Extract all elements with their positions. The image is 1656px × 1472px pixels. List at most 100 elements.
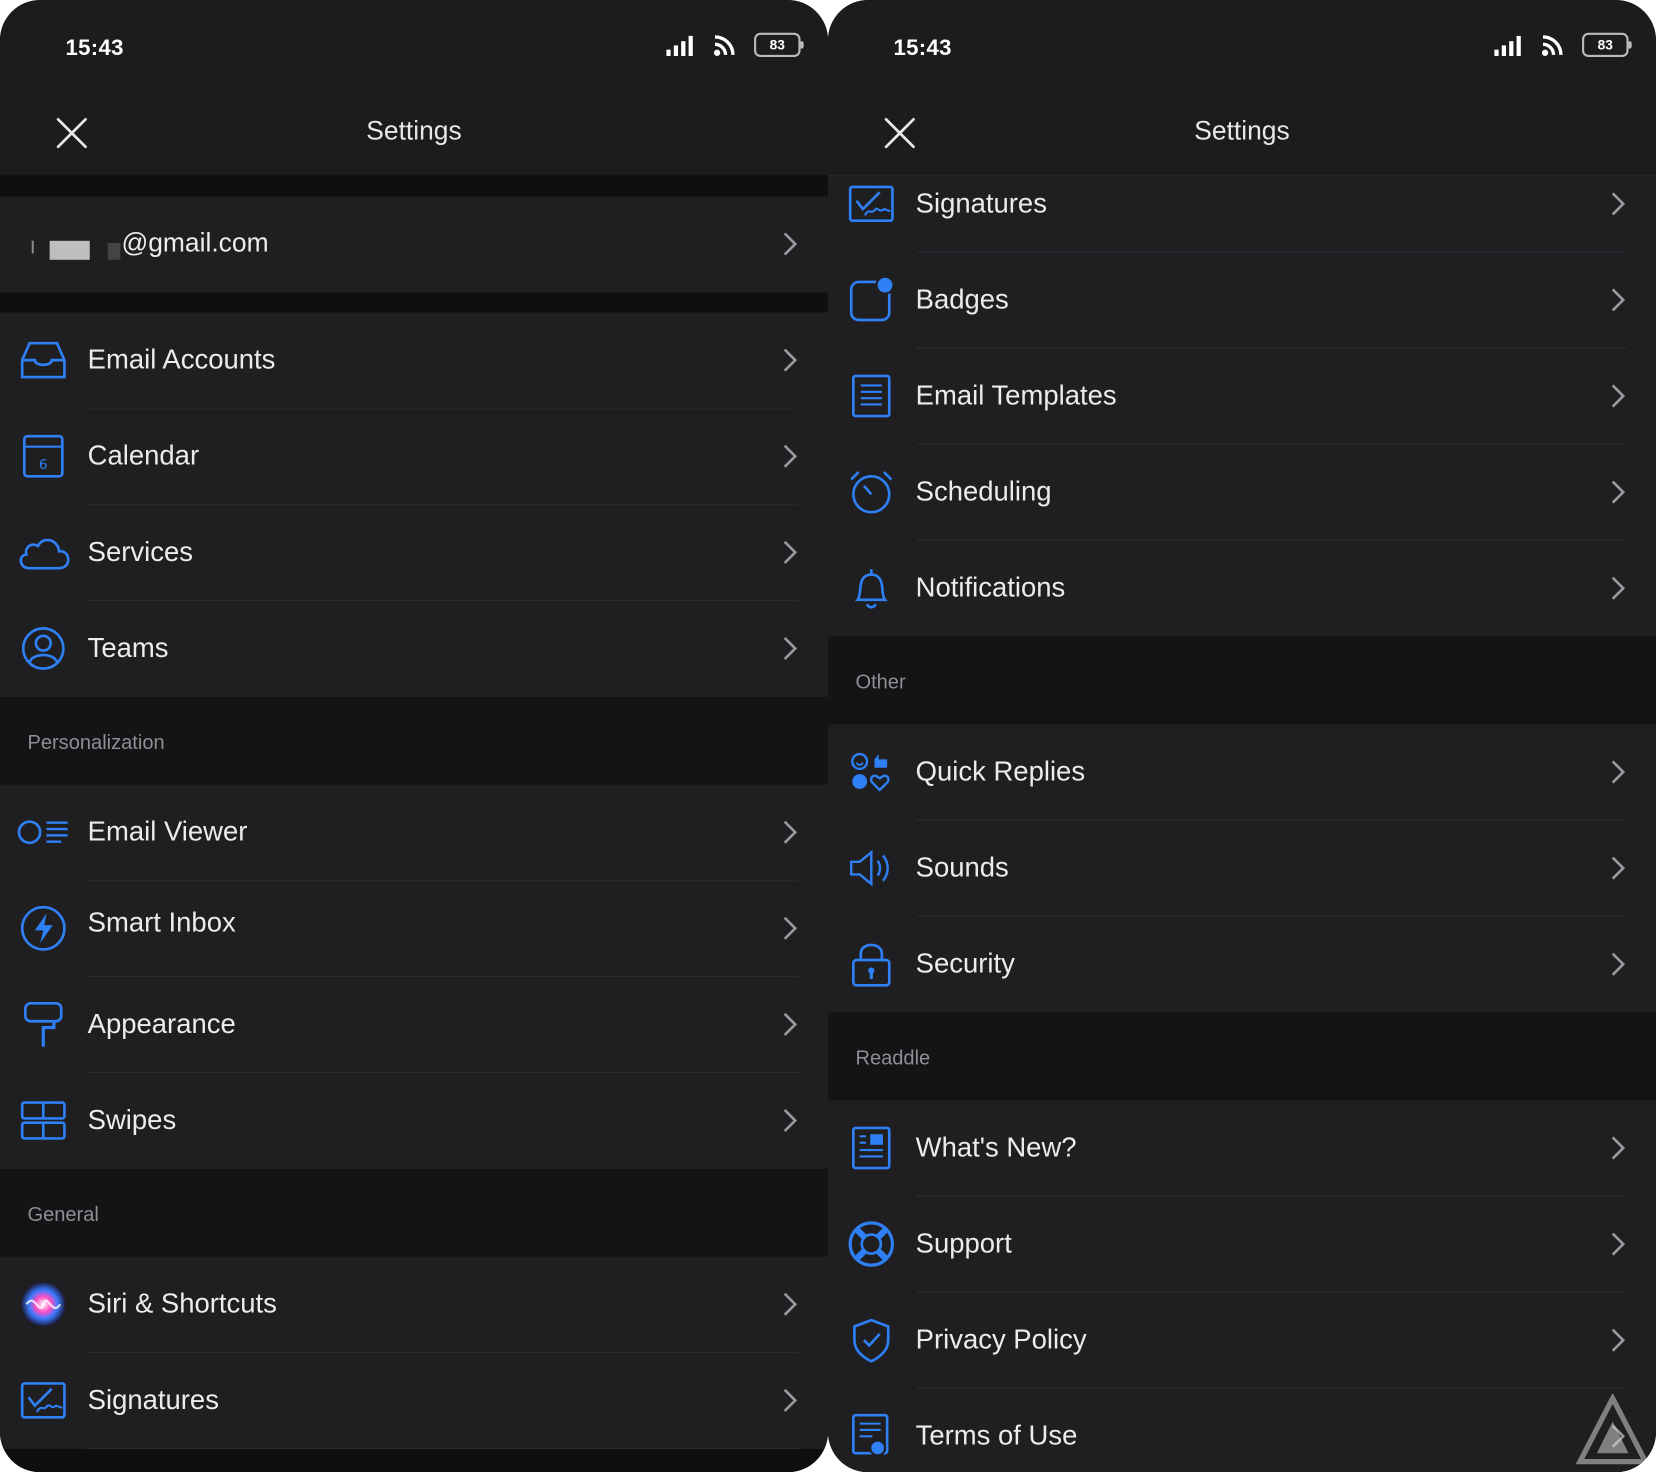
lifebuoy-icon [845, 1218, 898, 1271]
badge-icon [845, 274, 898, 327]
nav-bar: Settings [0, 95, 828, 176]
settings-row-label: Notifications [915, 571, 1066, 604]
speaker-icon [845, 842, 898, 895]
person-circle-icon [17, 622, 70, 675]
shield-check-icon [845, 1314, 898, 1367]
cellular-signal-icon [666, 35, 693, 56]
right-phone-screen: Signatures Badges Email Templates Schedu… [828, 0, 1656, 1472]
settings-row-label: Siri & Shortcuts [87, 1287, 277, 1320]
settings-row-siri-shortcuts[interactable]: Siri & Shortcuts [0, 1256, 828, 1353]
section-header-other: Other [828, 636, 1656, 725]
settings-row-terms-of-use[interactable]: Terms of Use [828, 1388, 1656, 1472]
settings-row-teams[interactable]: Teams [0, 600, 828, 698]
settings-row-email-accounts[interactable]: Email Accounts [0, 312, 828, 409]
wifi-icon [713, 34, 735, 56]
battery-indicator: 83 [754, 32, 804, 58]
settings-row-sounds[interactable]: Sounds [828, 820, 1656, 917]
settings-row-label: Badges [915, 283, 1009, 315]
wifi-icon [1541, 34, 1563, 56]
chevron-right-icon [1611, 576, 1626, 600]
settings-row-label: Security [915, 947, 1015, 980]
cellular-signal-icon [1494, 35, 1521, 56]
chevron-right-icon [1611, 480, 1626, 504]
settings-row-label: Services [87, 535, 193, 568]
status-bar: 15:43 83 [0, 0, 828, 96]
section-title: Other [855, 671, 906, 694]
chevron-right-icon [783, 636, 798, 660]
settings-row-badges[interactable]: Badges [828, 252, 1656, 349]
chevron-right-icon [1611, 760, 1626, 784]
section-header-personalization: Personalization [0, 697, 828, 785]
section-title: Personalization [27, 731, 165, 755]
settings-row-label: Signatures [915, 186, 1047, 219]
padlock-icon [845, 938, 898, 991]
chevron-right-icon [783, 232, 798, 256]
settings-row-services[interactable]: Services [0, 504, 828, 601]
settings-row-scheduling[interactable]: Scheduling [828, 444, 1656, 541]
chevron-right-icon [1611, 1232, 1626, 1256]
account-email: @gmail.com [121, 228, 269, 258]
settings-row-label: Email Templates [915, 379, 1117, 411]
watermark-logo-icon [1575, 1394, 1650, 1465]
signature-icon [845, 177, 898, 230]
section-header-general: General [0, 1169, 828, 1257]
battery-indicator: 83 [1582, 32, 1632, 58]
account-row[interactable]: @gmail.com [0, 196, 828, 293]
settings-row-label: Email Accounts [87, 343, 276, 375]
quick-replies-icon [845, 746, 898, 799]
chevron-right-icon [1611, 384, 1626, 408]
settings-row-appearance[interactable]: Appearance [0, 976, 828, 1073]
siri-icon [17, 1278, 70, 1331]
chevron-right-icon [783, 444, 798, 468]
svg-text:6: 6 [39, 457, 48, 473]
settings-row-calendar[interactable]: 6 Calendar [0, 408, 828, 505]
document-lines-icon [845, 370, 898, 423]
page-title: Settings [1194, 116, 1290, 146]
certificate-icon [845, 1410, 898, 1463]
section-title: Readdle [855, 1047, 931, 1070]
chevron-right-icon [1611, 288, 1626, 312]
settings-row-label: Teams [87, 631, 169, 664]
cloud-icon [17, 526, 70, 579]
settings-row-email-templates[interactable]: Email Templates [828, 348, 1656, 445]
status-bar: 15:43 83 [828, 0, 1656, 96]
settings-row-swipes[interactable]: Swipes [0, 1072, 828, 1170]
chevron-right-icon [783, 916, 798, 940]
settings-row-whats-new[interactable]: What's New? [828, 1100, 1656, 1197]
email-viewer-icon [17, 806, 70, 859]
settings-row-label: Terms of Use [915, 1419, 1078, 1452]
settings-row-label: Email Viewer [87, 815, 248, 847]
news-icon [845, 1122, 898, 1175]
settings-row-label: Sounds [915, 851, 1009, 883]
bell-icon [845, 562, 898, 615]
chevron-right-icon [783, 1388, 798, 1412]
settings-row-notifications[interactable]: Notifications [828, 540, 1656, 637]
settings-row-signatures[interactable]: Signatures [0, 1352, 828, 1449]
settings-row-label: What's New? [915, 1131, 1077, 1163]
settings-row-label: Appearance [87, 1007, 236, 1040]
chevron-right-icon [783, 540, 798, 564]
signature-icon [17, 1374, 70, 1427]
settings-row-smart-inbox[interactable]: Smart Inbox [0, 880, 828, 977]
settings-row-label: Signatures [87, 1383, 219, 1416]
settings-row-privacy-policy[interactable]: Privacy Policy [828, 1292, 1656, 1389]
settings-row-email-viewer[interactable]: Email Viewer [0, 784, 828, 881]
nav-bar: Settings [828, 95, 1656, 177]
settings-row-quick-replies[interactable]: Quick Replies [828, 724, 1656, 821]
settings-row-label: Support [915, 1227, 1012, 1259]
settings-row-label: Swipes [87, 1103, 177, 1136]
chevron-right-icon [783, 348, 798, 372]
settings-row-label: Quick Replies [915, 755, 1086, 787]
chevron-right-icon [1611, 856, 1626, 880]
section-header-readdle: Readdle [828, 1012, 1656, 1101]
page-title: Settings [366, 116, 462, 146]
lightning-circle-icon [17, 902, 70, 955]
chevron-right-icon [783, 1292, 798, 1316]
swipes-grid-icon [17, 1094, 70, 1147]
alarm-clock-icon [845, 466, 898, 519]
chevron-right-icon [1611, 1136, 1626, 1160]
calendar-icon: 6 [17, 430, 70, 483]
settings-row-support[interactable]: Support [828, 1196, 1656, 1293]
chevron-right-icon [1611, 952, 1626, 976]
settings-row-security[interactable]: Security [828, 916, 1656, 1013]
